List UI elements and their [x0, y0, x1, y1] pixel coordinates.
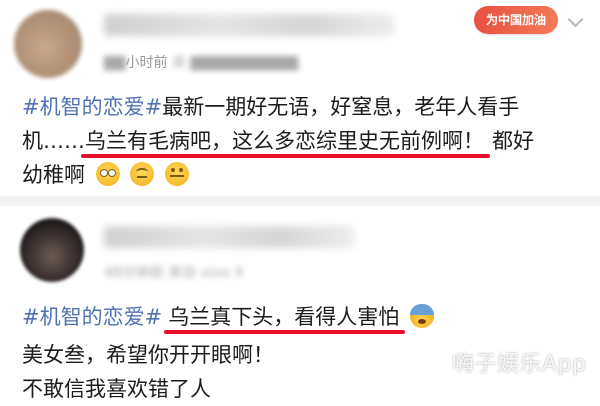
hashtag-link[interactable]: #机智的恋爱#: [22, 95, 162, 119]
watermark: 嗨子娱乐App: [452, 352, 587, 377]
comment-text-line: #机智的恋爱# 乌兰真下头，看得人害怕: [22, 302, 434, 332]
comment-text-line: 机……乌兰有毛病吧，这么多恋综里史无前例啊！ 都好: [22, 126, 534, 156]
timestamp: 48分钟前: [104, 265, 164, 281]
fearful-emoji-icon: [409, 304, 434, 328]
comment-text: 都好: [492, 129, 534, 153]
underlined-text: 乌兰真下头，看得人害怕: [168, 305, 400, 329]
device: 来自 vivo X: [168, 265, 244, 281]
upside-down-emoji-icon: [130, 162, 155, 186]
timestamp: 小时前: [125, 55, 168, 71]
chevron-down-icon[interactable]: [567, 14, 583, 30]
comment-card-1: ▇▇小时前 来 ▇▇▇▇▇▇▇▇▇▇ 为中国加油 #机智的恋爱#最新一期好无语，…: [0, 0, 600, 196]
underlined-text: 乌兰有毛病吧，这么多恋综里史无前例啊！: [85, 129, 484, 153]
comment-text-line: #机智的恋爱#最新一期好无语，好窒息，老年人看手: [22, 92, 519, 122]
comment-text-line: 美女叁，希望你开开眼啊！: [22, 340, 274, 370]
comment-text: 美女叁，希望你开开眼啊！: [22, 343, 274, 367]
avatar[interactable]: [14, 10, 82, 78]
avatar[interactable]: [20, 218, 84, 282]
username-redacted: [104, 226, 354, 248]
eyes-emoji-icon: [95, 162, 120, 186]
promo-badge[interactable]: 为中国加油: [468, 4, 564, 38]
zipper-mouth-emoji-icon: [165, 162, 190, 186]
meta-line: ▇▇小时前 来 ▇▇▇▇▇▇▇▇▇▇: [104, 55, 299, 71]
comment-text: 机……: [22, 129, 85, 153]
comment-text-line: 幼稚啊: [22, 160, 190, 190]
device: 来: [172, 55, 186, 71]
hashtag-link[interactable]: #机智的恋爱#: [22, 305, 162, 329]
comment-text: 最新一期好无语，好窒息，老年人看手: [162, 95, 520, 119]
comment-text: 幼稚啊: [22, 163, 85, 187]
comment-text: 不敢信我喜欢错了人: [22, 377, 211, 401]
username-redacted: [104, 14, 394, 36]
comment-text-line: 不敢信我喜欢错了人: [22, 374, 211, 404]
meta-line: 48分钟前 来自 vivo X: [104, 262, 244, 282]
